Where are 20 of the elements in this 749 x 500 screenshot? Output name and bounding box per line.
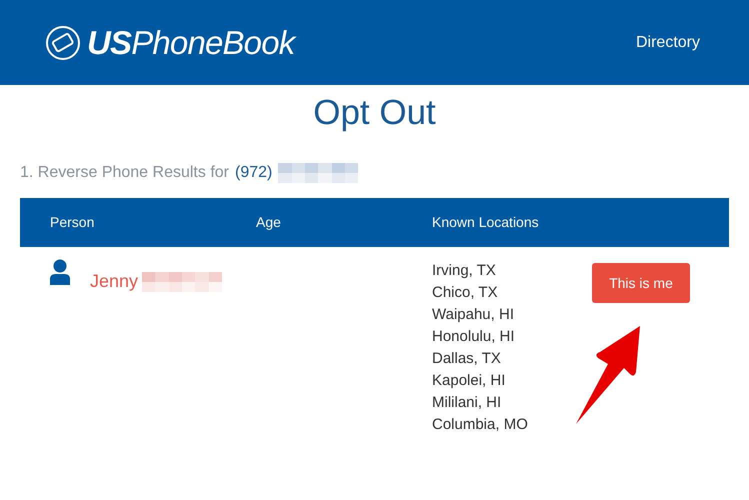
location-text: Chico, TX — [432, 283, 499, 303]
column-header: Known Locations — [432, 213, 540, 232]
logo-icon — [45, 24, 81, 60]
results-heading: 1. Reverse Phone Results for — [20, 163, 229, 183]
column-header: Person — [50, 213, 96, 232]
logo-text[interactable]: USPhoneBook — [87, 18, 294, 68]
area-code: (972) — [235, 163, 272, 183]
column-header: Age — [256, 213, 282, 232]
location-text: Waipahu, HI — [432, 305, 515, 325]
person-icon — [50, 259, 70, 285]
location-text: Columbia, MO — [432, 415, 529, 435]
location-text: Honolulu, HI — [432, 327, 516, 347]
nav-link[interactable]: Directory — [636, 30, 700, 54]
this-is-me-button[interactable]: This is me — [592, 263, 690, 303]
location-text: Kapolei, HI — [432, 371, 506, 391]
location-text: Irving, TX — [432, 261, 497, 281]
location-text: Mililani, HI — [432, 393, 502, 413]
location-text: Dallas, TX — [432, 349, 502, 369]
page-title: Opt Out — [312, 92, 437, 134]
person-name-link[interactable]: Jenny — [90, 268, 138, 295]
